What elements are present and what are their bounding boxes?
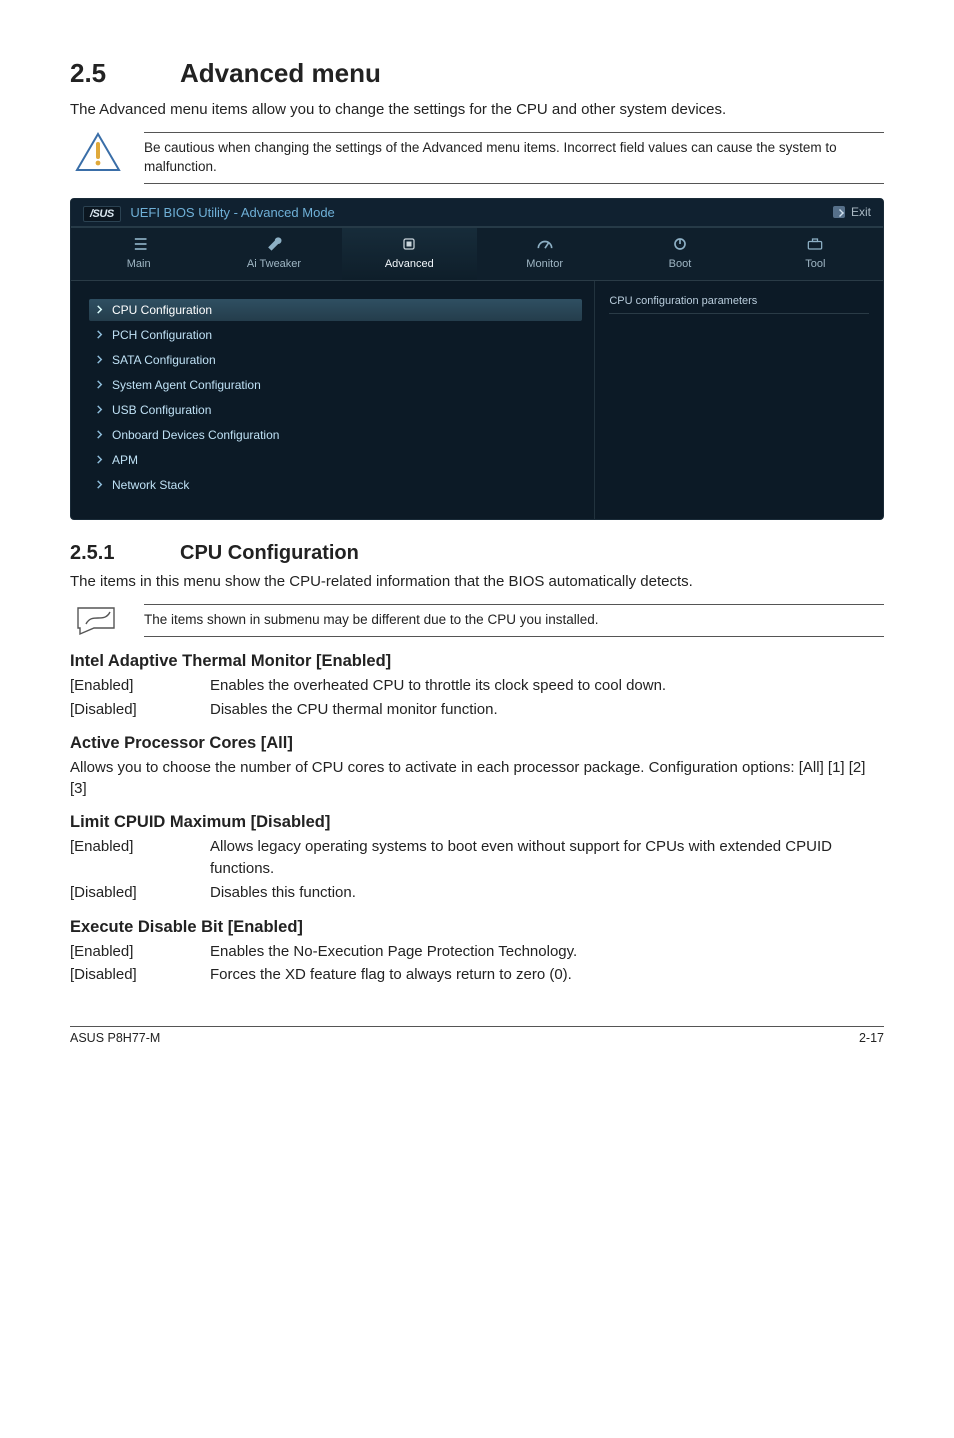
- chevron-right-icon: [95, 455, 104, 464]
- bios-item-apm[interactable]: APM: [89, 449, 582, 471]
- chevron-right-icon: [95, 430, 104, 439]
- option-key: [Disabled]: [70, 699, 210, 721]
- bios-item-label: USB Configuration: [112, 403, 211, 417]
- exit-icon: [833, 206, 845, 218]
- warning-icon: [75, 132, 121, 172]
- tab-label: Advanced: [385, 258, 434, 270]
- option-key: [Enabled]: [70, 836, 210, 880]
- option-value: Enables the No-Execution Page Protection…: [210, 941, 884, 963]
- chevron-right-icon: [95, 305, 104, 314]
- subsection-number: 2.5.1: [70, 542, 180, 565]
- bios-item-sata-config[interactable]: SATA Configuration: [89, 349, 582, 371]
- bios-screenshot: /SUS UEFI BIOS Utility - Advanced Mode E…: [70, 198, 884, 520]
- option-row: [Disabled] Disables this function.: [70, 882, 884, 904]
- option-value: Disables the CPU thermal monitor functio…: [210, 699, 884, 721]
- note-icon: [74, 604, 122, 638]
- option-row: [Enabled] Enables the overheated CPU to …: [70, 675, 884, 697]
- bios-item-pch-config[interactable]: PCH Configuration: [89, 324, 582, 346]
- bios-item-network-stack[interactable]: Network Stack: [89, 474, 582, 496]
- option-key: [Disabled]: [70, 964, 210, 986]
- footer-right: 2-17: [859, 1031, 884, 1045]
- subsection-intro: The items in this menu show the CPU-rela…: [70, 571, 884, 592]
- tab-monitor[interactable]: Monitor: [477, 228, 612, 280]
- tab-label: Tool: [805, 258, 825, 270]
- page-footer: ASUS P8H77-M 2-17: [70, 1027, 884, 1045]
- bios-item-label: PCH Configuration: [112, 328, 212, 342]
- tab-tool[interactable]: Tool: [748, 228, 883, 280]
- toolbox-icon: [805, 236, 825, 252]
- tab-label: Main: [127, 258, 151, 270]
- bios-item-usb-config[interactable]: USB Configuration: [89, 399, 582, 421]
- chevron-right-icon: [95, 480, 104, 489]
- gauge-icon: [535, 236, 555, 252]
- option-row: [Enabled] Allows legacy operating system…: [70, 836, 884, 880]
- tab-label: Ai Tweaker: [247, 258, 301, 270]
- bios-exit-button[interactable]: Exit: [833, 205, 871, 219]
- option-row: [Enabled] Enables the No-Execution Page …: [70, 941, 884, 963]
- chevron-right-icon: [95, 330, 104, 339]
- note-callout: The items shown in submenu may be differ…: [70, 604, 884, 638]
- list-icon: [129, 236, 149, 252]
- section-number: 2.5: [70, 58, 180, 89]
- chevron-right-icon: [95, 380, 104, 389]
- bios-menu-list: CPU Configuration PCH Configuration SATA…: [71, 281, 594, 519]
- option-value: Allows legacy operating systems to boot …: [210, 836, 884, 880]
- chevron-right-icon: [95, 355, 104, 364]
- bios-item-system-agent[interactable]: System Agent Configuration: [89, 374, 582, 396]
- bios-item-label: APM: [112, 453, 138, 467]
- tab-ai-tweaker[interactable]: Ai Tweaker: [206, 228, 341, 280]
- bios-tab-row: Main Ai Tweaker Advanced Monitor Boot To…: [71, 228, 883, 281]
- note-text: The items shown in submenu may be differ…: [144, 604, 884, 637]
- bios-brand-logo: /SUS: [83, 206, 121, 222]
- footer-left: ASUS P8H77-M: [70, 1031, 160, 1045]
- wrench-icon: [264, 236, 284, 252]
- bios-help-pane: CPU configuration parameters: [594, 281, 883, 519]
- bios-item-cpu-config[interactable]: CPU Configuration: [89, 299, 582, 321]
- bios-item-label: Onboard Devices Configuration: [112, 428, 279, 442]
- option-heading-cpuid: Limit CPUID Maximum [Disabled]: [70, 813, 884, 832]
- option-paragraph: Allows you to choose the number of CPU c…: [70, 757, 884, 799]
- option-key: [Enabled]: [70, 675, 210, 697]
- bios-item-label: SATA Configuration: [112, 353, 216, 367]
- tab-label: Monitor: [526, 258, 563, 270]
- option-key: [Disabled]: [70, 882, 210, 904]
- intro-paragraph: The Advanced menu items allow you to cha…: [70, 99, 884, 120]
- bios-item-label: Network Stack: [112, 478, 189, 492]
- subsection-heading: 2.5.1CPU Configuration: [70, 542, 884, 565]
- option-key: [Enabled]: [70, 941, 210, 963]
- bios-titlebar: /SUS UEFI BIOS Utility - Advanced Mode E…: [71, 199, 883, 228]
- tab-advanced[interactable]: Advanced: [342, 228, 477, 280]
- option-value: Disables this function.: [210, 882, 884, 904]
- bios-item-label: System Agent Configuration: [112, 378, 261, 392]
- tab-boot[interactable]: Boot: [612, 228, 747, 280]
- option-value: Enables the overheated CPU to throttle i…: [210, 675, 884, 697]
- section-heading: 2.5Advanced menu: [70, 58, 884, 89]
- chip-icon: [399, 236, 419, 252]
- section-title-text: Advanced menu: [180, 58, 381, 88]
- bios-window-title: UEFI BIOS Utility - Advanced Mode: [130, 205, 334, 220]
- option-row: [Disabled] Disables the CPU thermal moni…: [70, 699, 884, 721]
- bios-item-onboard-devices[interactable]: Onboard Devices Configuration: [89, 424, 582, 446]
- bios-item-label: CPU Configuration: [112, 303, 212, 317]
- warning-callout: Be cautious when changing the settings o…: [70, 132, 884, 184]
- subsection-title-text: CPU Configuration: [180, 542, 359, 564]
- option-row: [Disabled] Forces the XD feature flag to…: [70, 964, 884, 986]
- tab-label: Boot: [669, 258, 692, 270]
- bios-help-heading: CPU configuration parameters: [609, 295, 869, 314]
- option-heading-xd: Execute Disable Bit [Enabled]: [70, 918, 884, 937]
- power-icon: [670, 236, 690, 252]
- option-value: Forces the XD feature flag to always ret…: [210, 964, 884, 986]
- option-heading-cores: Active Processor Cores [All]: [70, 734, 884, 753]
- tab-main[interactable]: Main: [71, 228, 206, 280]
- option-heading-adaptive: Intel Adaptive Thermal Monitor [Enabled]: [70, 652, 884, 671]
- warning-text: Be cautious when changing the settings o…: [144, 132, 884, 184]
- exit-label: Exit: [851, 205, 871, 219]
- chevron-right-icon: [95, 405, 104, 414]
